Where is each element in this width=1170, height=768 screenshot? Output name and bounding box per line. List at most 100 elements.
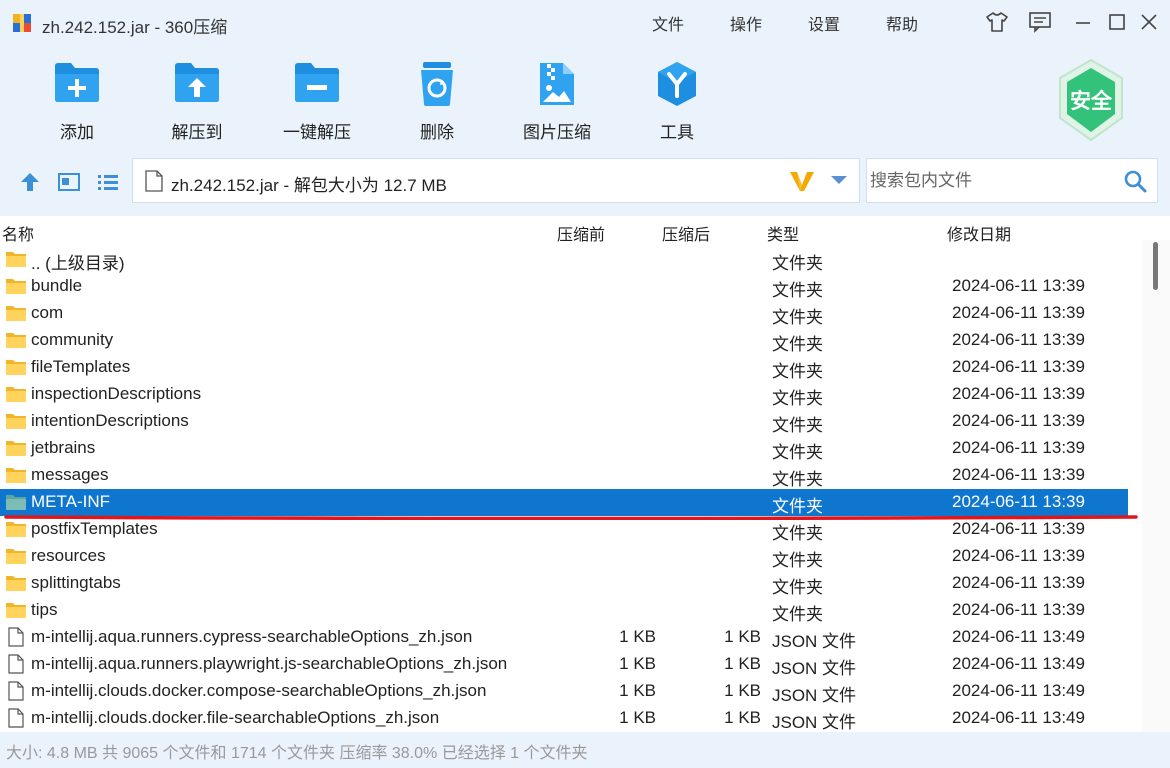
scrollbar-thumb[interactable]: [1153, 242, 1158, 290]
file-row[interactable]: community 文件夹 2024-06-11 13:39: [0, 327, 1128, 354]
row-name: splittingtabs: [31, 573, 121, 592]
image-compress-button[interactable]: 图片压缩: [502, 52, 612, 148]
delete-button[interactable]: 删除: [382, 52, 492, 148]
row-type: 文件夹: [772, 524, 823, 543]
skin-button[interactable]: [984, 10, 1010, 34]
v-logo-icon[interactable]: [789, 169, 815, 193]
add-label: 添加: [60, 123, 94, 142]
row-date: 2024-06-11 13:49: [952, 708, 1085, 727]
menu-operate[interactable]: 操作: [730, 11, 762, 35]
file-row[interactable]: bundle 文件夹 2024-06-11 13:39: [0, 273, 1128, 300]
row-type: 文件夹: [772, 551, 823, 570]
file-icon: [8, 681, 24, 701]
file-row[interactable]: META-INF 文件夹 2024-06-11 13:39: [0, 489, 1128, 516]
row-type: JSON 文件: [772, 659, 857, 678]
file-row[interactable]: .. (上级目录) 文件夹: [0, 246, 1128, 273]
file-row[interactable]: inspectionDescriptions 文件夹 2024-06-11 13:3…: [0, 381, 1128, 408]
file-row[interactable]: messages 文件夹 2024-06-11 13:39: [0, 462, 1128, 489]
maximize-button[interactable]: [1104, 10, 1130, 34]
vertical-scrollbar[interactable]: [1142, 240, 1170, 732]
file-row[interactable]: m-intellij.aqua.runners.playwright.js-se…: [0, 651, 1128, 678]
column-size-before[interactable]: 压缩前: [557, 221, 605, 245]
file-icon: [8, 627, 24, 647]
file-row[interactable]: m-intellij.clouds.docker.compose-searcha…: [0, 678, 1128, 705]
quick-extract-button[interactable]: 一键解压: [262, 52, 372, 148]
add-folder-icon: [55, 63, 99, 102]
row-name: community: [31, 330, 114, 349]
security-badge[interactable]: 安全: [1056, 58, 1126, 142]
row-date: 2024-06-11 13:39: [952, 357, 1085, 376]
up-arrow-icon[interactable]: [18, 170, 42, 194]
delete-label: 删除: [420, 123, 454, 142]
file-row[interactable]: m-intellij.aqua.runners.cypress-searchab…: [0, 624, 1128, 651]
file-row[interactable]: resources 文件夹 2024-06-11 13:39: [0, 543, 1128, 570]
close-button[interactable]: [1136, 10, 1162, 34]
row-type: 文件夹: [772, 443, 823, 462]
row-name: .. (上级目录): [31, 254, 125, 273]
folder-icon: [6, 441, 26, 456]
file-row[interactable]: postfixTemplates 文件夹 2024-06-11 13:39: [0, 516, 1128, 543]
status-bar: 大小: 4.8 MB 共 9065 个文件和 1714 个文件夹 压缩率 38.…: [6, 745, 588, 762]
row-type: 文件夹: [772, 308, 823, 327]
menu-file[interactable]: 文件: [652, 11, 684, 35]
row-type: 文件夹: [772, 605, 823, 624]
menu-bar: 文件 操作 设置 帮助: [652, 11, 964, 35]
add-button[interactable]: 添加: [22, 52, 132, 148]
close-icon: [1141, 14, 1157, 30]
row-date: 2024-06-11 13:49: [952, 681, 1085, 700]
file-row[interactable]: m-intellij.clouds.docker.file-searchable…: [0, 705, 1128, 732]
extract-to-icon: [175, 63, 219, 102]
file-row[interactable]: tips 文件夹 2024-06-11 13:39: [0, 597, 1128, 624]
security-badge-text: 安全: [1070, 89, 1112, 113]
column-type[interactable]: 类型: [767, 221, 799, 245]
extract-to-label: 解压到: [171, 123, 223, 142]
file-row[interactable]: jetbrains 文件夹 2024-06-11 13:39: [0, 435, 1128, 462]
extract-to-button[interactable]: 解压到: [142, 52, 252, 148]
list-view-icon[interactable]: [96, 170, 120, 194]
feedback-button[interactable]: [1027, 10, 1053, 34]
row-name: m-intellij.clouds.docker.file-searchable…: [31, 708, 440, 727]
row-date: 2024-06-11 13:39: [952, 330, 1085, 349]
row-type: 文件夹: [772, 578, 823, 597]
folder-icon: [6, 252, 26, 267]
address-bar[interactable]: zh.242.152.jar - 解包大小为 12.7 MB: [132, 158, 860, 203]
folder-icon: [6, 603, 26, 618]
row-date: 2024-06-11 13:49: [952, 627, 1085, 646]
column-date[interactable]: 修改日期: [947, 221, 1011, 245]
row-size-before: 1 KB: [619, 654, 656, 673]
file-row[interactable]: intentionDescriptions 文件夹 2024-06-11 13:39: [0, 408, 1128, 435]
row-type: 文件夹: [772, 389, 823, 408]
thumbnail-view-icon[interactable]: [57, 170, 81, 194]
row-type: 文件夹: [772, 362, 823, 381]
column-size-after[interactable]: 压缩后: [662, 221, 710, 245]
folder-icon: [6, 414, 26, 429]
file-row[interactable]: com 文件夹 2024-06-11 13:39: [0, 300, 1128, 327]
app-icon: [13, 14, 31, 32]
file-row[interactable]: splittingtabs 文件夹 2024-06-11 13:39: [0, 570, 1128, 597]
row-name: postfixTemplates: [31, 519, 158, 538]
row-date: 2024-06-11 13:39: [952, 465, 1085, 484]
column-headers: 名称 压缩前 压缩后 类型 修改日期: [0, 216, 1152, 246]
column-name[interactable]: 名称: [2, 221, 34, 245]
menu-settings[interactable]: 设置: [808, 11, 840, 35]
row-size-after: 1 KB: [724, 681, 761, 700]
row-name: bundle: [31, 276, 83, 295]
row-name: m-intellij.aqua.runners.cypress-searchab…: [31, 627, 473, 646]
row-name: resources: [31, 546, 106, 565]
row-date: 2024-06-11 13:39: [952, 519, 1085, 538]
file-row[interactable]: fileTemplates 文件夹 2024-06-11 13:39: [0, 354, 1128, 381]
row-size-before: 1 KB: [619, 708, 656, 727]
row-date: 2024-06-11 13:39: [952, 303, 1085, 322]
title-bar: zh.242.152.jar - 360压缩 文件 操作 设置 帮助: [0, 0, 1170, 44]
row-size-after: 1 KB: [724, 654, 761, 673]
row-name: m-intellij.clouds.docker.compose-searcha…: [31, 681, 487, 700]
menu-help[interactable]: 帮助: [886, 11, 918, 35]
dropdown-arrow-icon[interactable]: [829, 173, 849, 187]
minimize-button[interactable]: [1070, 10, 1096, 34]
search-icon[interactable]: [1123, 169, 1147, 193]
address-path: zh.242.152.jar - 解包大小为 12.7 MB: [171, 176, 447, 195]
tools-button[interactable]: 工具: [622, 52, 732, 148]
search-input[interactable]: [867, 159, 1117, 202]
row-name: com: [31, 303, 64, 322]
row-name: inspectionDescriptions: [31, 384, 202, 403]
